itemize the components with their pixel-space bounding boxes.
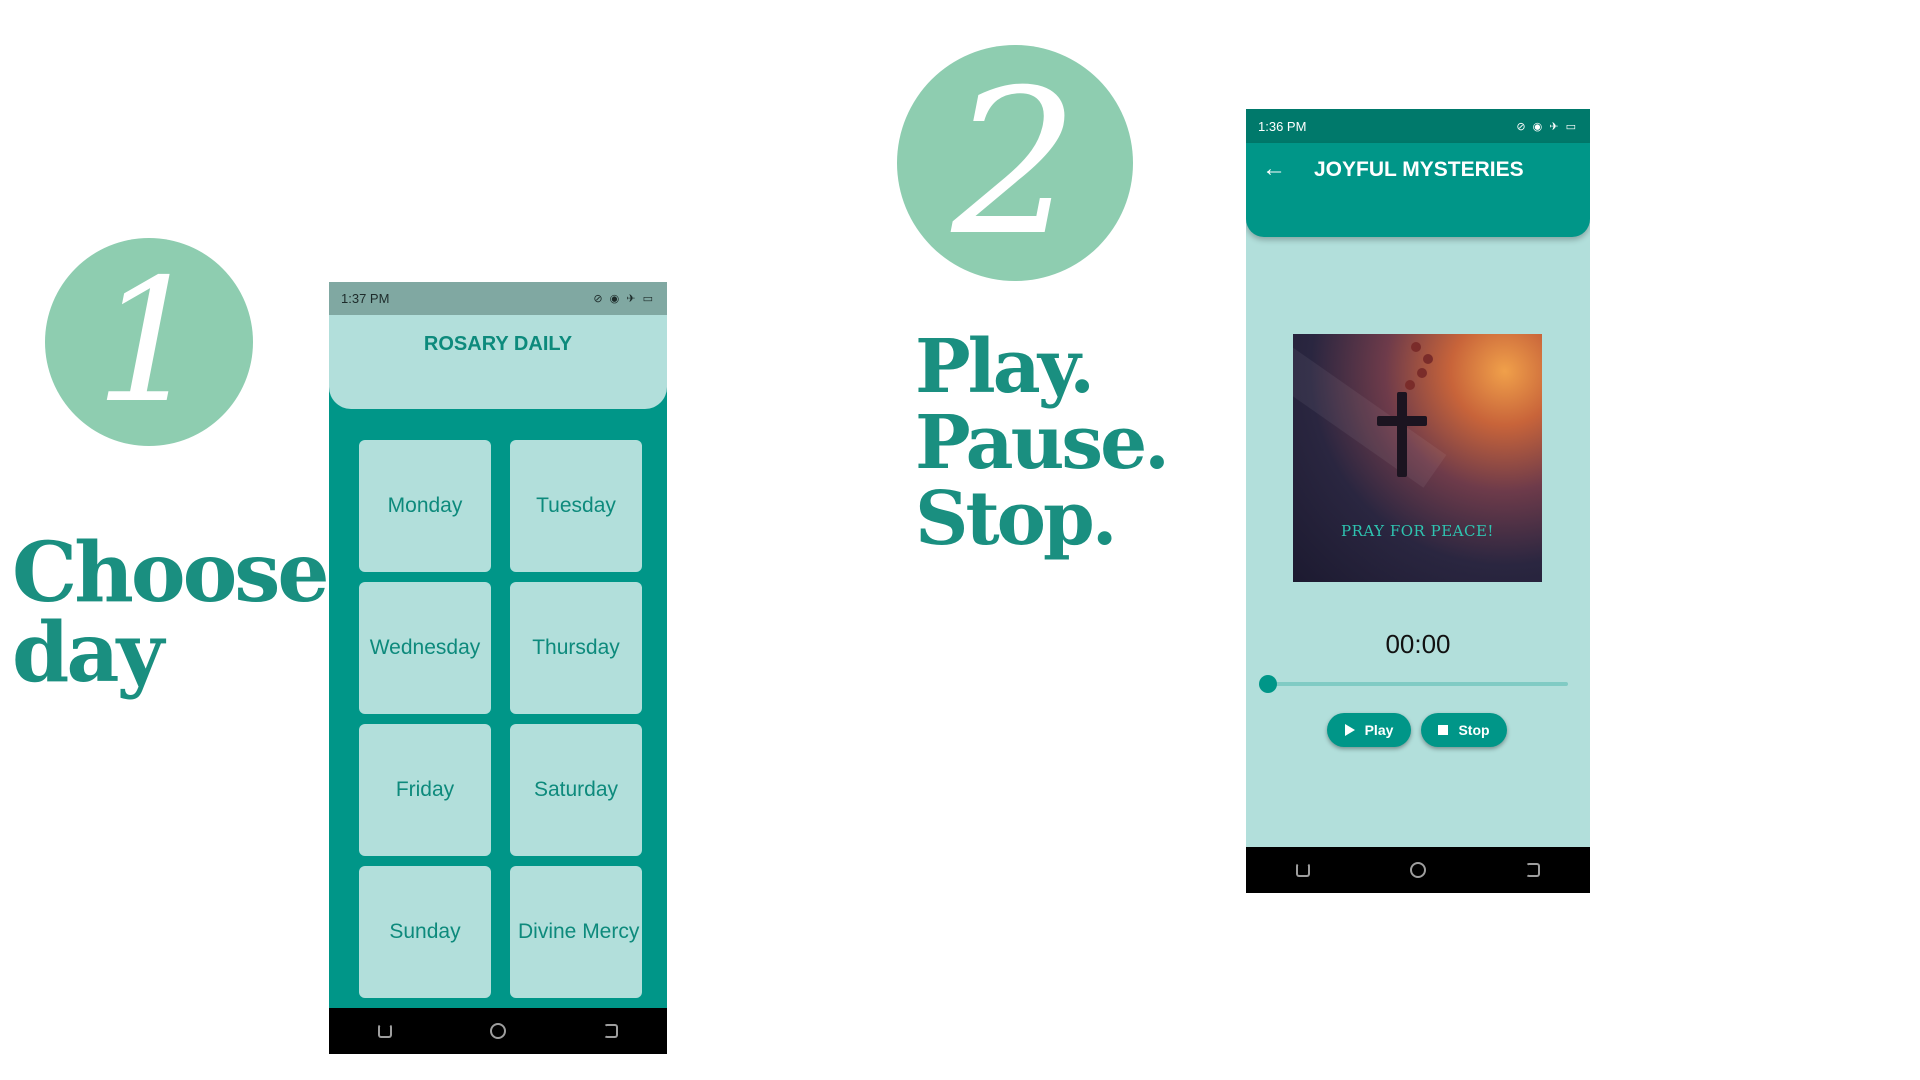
rosary-bead [1411, 342, 1421, 352]
phone-screen-day-picker: 1:37 PM ⊘ ◉ ✈ ▭ ROSARY DAILY Monday Tues… [329, 282, 667, 1054]
status-bar: 1:37 PM ⊘ ◉ ✈ ▭ [329, 282, 667, 315]
home-icon[interactable] [490, 1023, 506, 1039]
day-button-thursday[interactable]: Thursday [510, 582, 642, 714]
playback-time: 00:00 [1385, 629, 1451, 659]
status-icons: ⊘ ◉ ✈ ▭ [593, 293, 655, 305]
headline-line: Stop. [915, 476, 1117, 562]
back-nav-icon[interactable] [1526, 863, 1540, 877]
status-time: 1:37 PM [341, 291, 390, 306]
recents-icon[interactable] [1296, 863, 1310, 877]
back-arrow-icon[interactable]: ← [1262, 155, 1286, 183]
system-nav-bar [329, 1008, 667, 1054]
step-two-badge: 2 [897, 45, 1133, 281]
app-title: ROSARY DAILY [423, 333, 573, 355]
step-two-headline: Play. Pause. Stop. [915, 324, 1170, 562]
status-icons: ⊘ ◉ ✈ ▭ [1516, 120, 1578, 133]
rosary-bead [1423, 354, 1433, 364]
phone-screen-player: 1:36 PM ⊘ ◉ ✈ ▭ ← JOYFUL MYSTERIES PRAY … [1246, 109, 1590, 893]
play-icon [1344, 724, 1355, 736]
step-number: 2 [951, 46, 1079, 280]
headline-line: Choose [12, 525, 330, 621]
status-time: 1:36 PM [1258, 118, 1307, 134]
play-button[interactable]: Play [1327, 713, 1411, 747]
stop-button[interactable]: Stop [1421, 713, 1507, 747]
step-one-badge: 1 [45, 238, 253, 446]
cross-icon [1377, 416, 1427, 426]
day-button-sunday[interactable]: Sunday [359, 866, 491, 998]
system-nav-bar [1246, 847, 1590, 893]
headline-line: Pause. [915, 400, 1170, 486]
seek-bar[interactable] [1268, 682, 1568, 686]
app-title: JOYFUL MYSTERIES [1314, 158, 1524, 181]
status-bar: 1:36 PM ⊘ ◉ ✈ ▭ [1246, 109, 1590, 143]
day-button-tuesday[interactable]: Tuesday [510, 440, 642, 572]
rosary-bead [1417, 368, 1427, 378]
artwork-caption: PRAY FOR PEACE! [1341, 522, 1494, 540]
day-button-friday[interactable]: Friday [359, 724, 491, 856]
stop-label: Stop [1458, 722, 1490, 738]
day-button-wednesday[interactable]: Wednesday [359, 582, 491, 714]
day-button-monday[interactable]: Monday [359, 440, 491, 572]
step-one-headline: Choose day [12, 525, 330, 701]
cross-icon [1397, 392, 1407, 477]
play-label: Play [1364, 722, 1394, 738]
app-bar: ← JOYFUL MYSTERIES [1246, 143, 1590, 237]
seek-thumb[interactable] [1259, 675, 1277, 693]
step-number: 1 [94, 243, 204, 441]
home-icon[interactable] [1410, 862, 1426, 878]
rosary-bead [1405, 380, 1415, 390]
headline-line: day [12, 605, 164, 701]
day-button-divine-mercy[interactable]: Divine Mercy [510, 866, 642, 998]
app-header: ROSARY DAILY [329, 315, 667, 409]
day-button-saturday[interactable]: Saturday [510, 724, 642, 856]
back-nav-icon[interactable] [604, 1024, 618, 1038]
stop-icon [1438, 725, 1449, 735]
headline-line: Play. [915, 324, 1095, 410]
album-artwork: PRAY FOR PEACE! [1293, 334, 1542, 582]
recents-icon[interactable] [378, 1024, 392, 1038]
